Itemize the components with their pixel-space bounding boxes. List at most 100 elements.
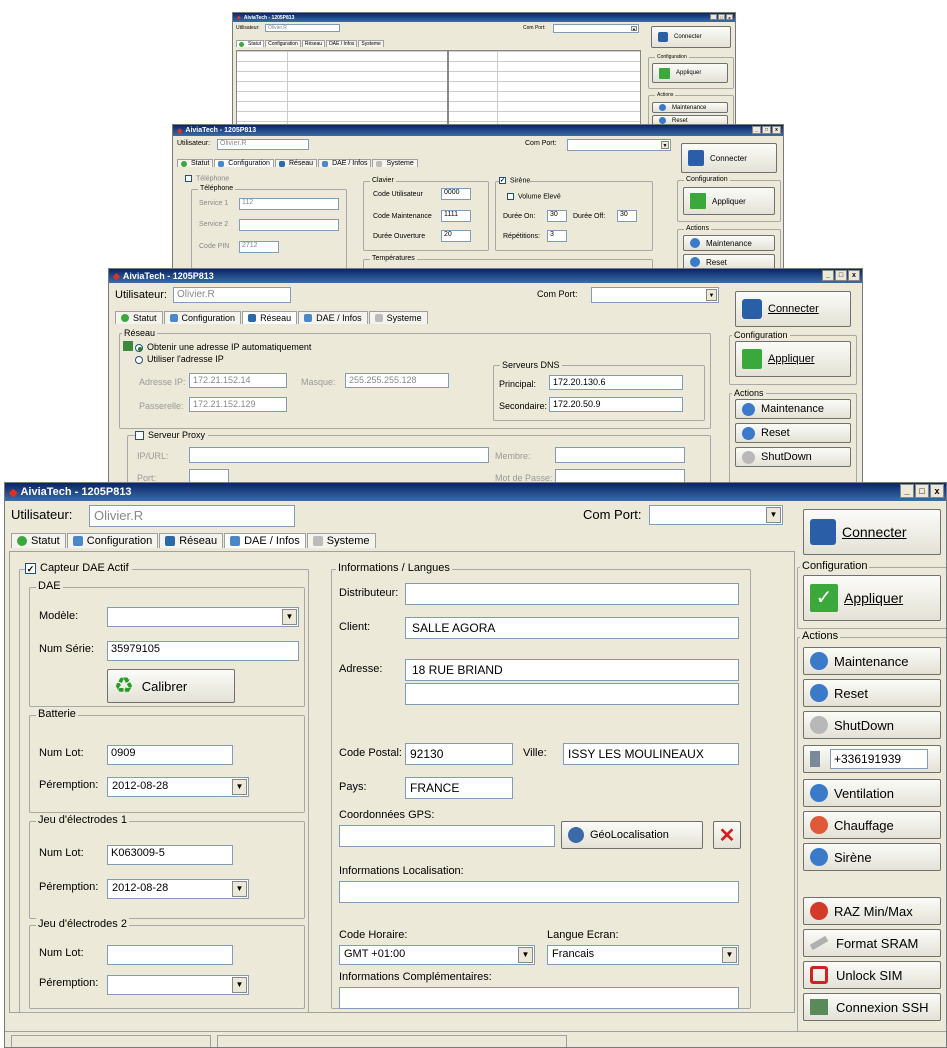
adresse-line1-field[interactable]: 18 RUE BRIAND [405,659,739,681]
electrodes2-date-picker[interactable]: ▼ [107,975,249,995]
connect-button-w1[interactable]: Connecter [651,26,731,48]
ip-field[interactable]: 172.21.152.14 [189,373,287,388]
maintenance-button[interactable]: Maintenance [803,647,941,675]
tab-configuration[interactable]: Configuration [214,159,274,167]
repetitions-field[interactable]: 3 [547,230,567,242]
apply-button-w2[interactable]: Appliquer [683,187,775,215]
horaire-select[interactable]: GMT +01:00 ▼ [339,945,535,965]
ventilation-button[interactable]: Ventilation [803,779,941,807]
comport-select[interactable]: ▼ [649,505,783,525]
shutdown-button[interactable]: ShutDown [803,711,941,739]
tab-dae-infos[interactable]: DAE / Infos [298,311,368,324]
chevron-down-icon[interactable]: ▼ [232,977,247,993]
pays-field[interactable]: FRANCE [405,777,513,799]
window-controls[interactable]: _ □ x [752,126,781,134]
connect-button-w2[interactable]: Connecter [681,143,777,173]
chauffage-button[interactable]: Chauffage [803,811,941,839]
capteur-dae-checkbox[interactable]: ✓ Capteur DAE Actif [25,562,132,574]
mask-field[interactable]: 255.255.255.128 [345,373,449,388]
apply-button[interactable]: ✓ Appliquer [803,575,941,621]
membre-field[interactable] [555,447,685,463]
calibrer-button[interactable]: ♻ Calibrer [107,669,235,703]
tab-systeme[interactable]: Systeme [372,159,418,167]
client-field[interactable]: SALLE AGORA [405,617,739,639]
clear-gps-button[interactable]: ✕ [713,821,741,849]
user-field[interactable]: Olivier.R [265,24,340,32]
raz-button[interactable]: RAZ Min/Max [803,897,941,925]
reset-button[interactable]: Reset [803,679,941,707]
telephone-checkbox[interactable]: Téléphone [185,175,229,182]
reset-button-w3[interactable]: Reset [735,423,851,443]
gateway-field[interactable]: 172.21.152.129 [189,397,287,412]
connect-button[interactable]: Connecter [803,509,941,555]
user-field[interactable]: Olivier.R [173,287,291,303]
connect-button-w3[interactable]: Connecter [735,291,851,327]
tab-reseau[interactable]: Réseau [301,40,326,47]
dns2-field[interactable]: 172.20.50.9 [549,397,683,412]
service1-field[interactable]: 112 [239,198,339,210]
format-sram-button[interactable]: Format SRAM [803,929,941,957]
tab-reseau[interactable]: Réseau [159,533,224,548]
batterie-lot-field[interactable]: 0909 [107,745,233,765]
phone-button[interactable]: +336191939 [803,745,941,773]
tab-reseau[interactable]: Réseau [242,311,298,324]
ville-field[interactable]: ISSY LES MOULINEAUX [563,743,739,765]
maintenance-button-w3[interactable]: Maintenance [735,399,851,419]
dns1-field[interactable]: 172.20.130.6 [549,375,683,390]
electrodes1-lot-field[interactable]: K063009-5 [107,845,233,865]
tab-systeme[interactable]: Systeme [306,533,376,548]
modele-select[interactable]: ▼ [107,607,299,627]
service2-field[interactable] [239,219,339,231]
comport-select[interactable]: ▼ [553,24,639,33]
chevron-down-icon[interactable]: ▼ [232,779,247,795]
cp-field[interactable]: 92130 [405,743,513,765]
use-ip-radio[interactable]: Utiliser l'adresse IP [135,354,224,364]
localisation-field[interactable] [339,881,739,903]
user-field[interactable]: Olivier.R [217,139,309,150]
code-maint-field[interactable]: 1111 [441,210,471,222]
sirene-checkbox[interactable]: ✓ Sirène [499,177,531,185]
electrodes1-date-picker[interactable]: 2012-08-28 ▼ [107,879,249,899]
tab-statut[interactable]: Statut [236,40,265,47]
sirene-button[interactable]: Sirène [803,843,941,871]
tab-dae-infos[interactable]: DAE / Infos [326,40,358,47]
shutdown-button-w3[interactable]: ShutDown [735,447,851,467]
user-field[interactable]: Olivier.R [89,505,295,527]
apply-button-w3[interactable]: Appliquer [735,341,851,377]
maintenance-button-w1[interactable]: Maintenance [652,102,728,113]
serie-field[interactable]: 35979105 [107,641,299,661]
proxy-checkbox[interactable]: Serveur Proxy [135,430,209,441]
chevron-down-icon[interactable]: ▼ [232,881,247,897]
geolocalisation-button[interactable]: GéoLocalisation [561,821,703,849]
window-controls[interactable]: _ □ x [822,270,860,281]
maintenance-button-w2[interactable]: Maintenance [683,235,775,251]
dureeoff-field[interactable]: 30 [617,210,637,222]
dureeon-field[interactable]: 30 [547,210,567,222]
tab-reseau[interactable]: Réseau [274,159,318,167]
window-controls[interactable]: _ □ x [710,14,733,20]
unlock-sim-button[interactable]: Unlock SIM [803,961,941,989]
phone-number[interactable]: +336191939 [830,749,928,769]
auto-ip-radio[interactable]: Obtenir une adresse IP automatiquement [135,342,311,352]
ipurl-field[interactable] [189,447,489,463]
langue-select[interactable]: Francais ▼ [547,945,739,965]
comport-select[interactable]: ▼ [591,287,719,303]
chevron-down-icon[interactable]: ▼ [518,947,533,963]
adresse-line2-field[interactable] [405,683,739,705]
tab-configuration[interactable]: Configuration [66,533,159,548]
window-controls[interactable]: _ □ x [900,484,944,498]
chevron-down-icon[interactable]: ▼ [766,507,781,523]
apply-button-w1[interactable]: Appliquer [652,63,728,83]
duree-field[interactable]: 20 [441,230,471,242]
tab-statut[interactable]: Statut [177,159,214,167]
chevron-down-icon[interactable]: ▼ [282,609,297,625]
ssh-button[interactable]: Connexion SSH [803,993,941,1021]
volume-checkbox[interactable]: Volume Elevé [507,193,561,200]
tab-statut[interactable]: Statut [11,533,66,548]
distributeur-field[interactable] [405,583,739,605]
tab-systeme[interactable]: Systeme [368,311,428,324]
code-user-field[interactable]: 0000 [441,188,471,200]
tab-statut[interactable]: Statut [115,311,163,324]
tab-configuration[interactable]: Configuration [265,40,301,47]
tab-configuration[interactable]: Configuration [163,311,242,324]
